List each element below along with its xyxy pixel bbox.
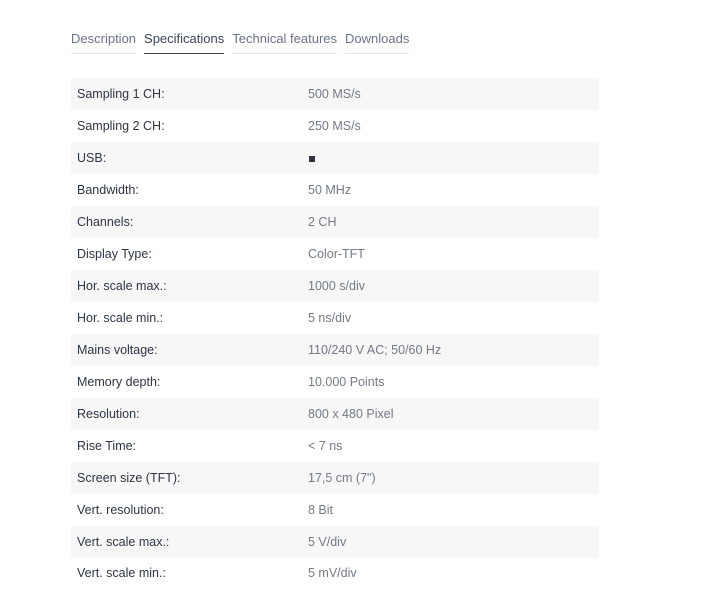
- tab-technical-features[interactable]: Technical features: [232, 29, 338, 54]
- spec-label: Rise Time:: [77, 439, 137, 453]
- spec-label: Sampling 1 CH:: [77, 87, 165, 101]
- spec-label: Display Type:: [77, 247, 152, 261]
- spec-label: Channels:: [77, 215, 134, 229]
- spec-value: 10.000 Points: [308, 375, 385, 389]
- tab-specifications[interactable]: Specifications: [144, 29, 225, 54]
- spec-value: 17,5 cm (7"): [308, 471, 376, 485]
- spec-value: 50 MHz: [308, 183, 352, 197]
- spec-value: 5 ns/div: [308, 311, 352, 325]
- product-tabs: Description Specifications Technical fea…: [71, 29, 410, 54]
- spec-value: 500 MS/s: [308, 87, 361, 101]
- spec-value: 2 CH: [308, 215, 337, 229]
- spec-row: Channels: 2 CH: [71, 206, 599, 238]
- spec-label: USB:: [77, 151, 107, 165]
- spec-row: USB:: [71, 142, 599, 174]
- spec-value: 250 MS/s: [308, 119, 361, 133]
- spec-label: Sampling 2 CH:: [77, 119, 165, 133]
- spec-row: Memory depth: 10.000 Points: [71, 366, 599, 398]
- spec-value: < 7 ns: [308, 439, 343, 453]
- spec-row: Mains voltage: 110/240 V AC; 50/60 Hz: [71, 334, 599, 366]
- spec-value: Color-TFT: [308, 247, 365, 261]
- spec-row: Sampling 1 CH: 500 MS/s: [71, 78, 599, 110]
- spec-label: Mains voltage:: [77, 343, 158, 357]
- spec-value: 5 V/div: [308, 535, 347, 549]
- specifications-table: Sampling 1 CH: 500 MS/s Sampling 2 CH: 2…: [71, 78, 599, 588]
- spec-row: Vert. scale min.: 5 mV/div: [71, 558, 599, 588]
- spec-label: Bandwidth:: [77, 183, 139, 197]
- spec-row: Display Type: Color-TFT: [71, 238, 599, 270]
- spec-label: Vert. scale min.:: [77, 566, 166, 580]
- spec-label: Hor. scale max.:: [77, 279, 167, 293]
- tab-description[interactable]: Description: [71, 29, 137, 54]
- tab-downloads[interactable]: Downloads: [345, 29, 410, 54]
- spec-value: 8 Bit: [308, 503, 334, 517]
- spec-row: Vert. resolution: 8 Bit: [71, 494, 599, 526]
- spec-value: 800 x 480 Pixel: [308, 407, 394, 421]
- spec-row: Bandwidth: 50 MHz: [71, 174, 599, 206]
- spec-row: Screen size (TFT): 17,5 cm (7"): [71, 462, 599, 494]
- filled-square-icon: [309, 155, 315, 162]
- spec-value: 5 mV/div: [308, 566, 357, 580]
- spec-value: 110/240 V AC; 50/60 Hz: [308, 343, 442, 357]
- spec-label: Vert. scale max.:: [77, 535, 170, 549]
- spec-row: Rise Time: < 7 ns: [71, 430, 599, 462]
- spec-row: Hor. scale min.: 5 ns/div: [71, 302, 599, 334]
- spec-label: Hor. scale min.:: [77, 311, 164, 325]
- spec-row: Vert. scale max.: 5 V/div: [71, 526, 599, 558]
- spec-row: Resolution: 800 x 480 Pixel: [71, 398, 599, 430]
- spec-label: Screen size (TFT):: [77, 471, 181, 485]
- spec-label: Vert. resolution:: [77, 503, 164, 517]
- spec-label: Resolution:: [77, 407, 140, 421]
- spec-row: Hor. scale max.: 1000 s/div: [71, 270, 599, 302]
- spec-label: Memory depth:: [77, 375, 161, 389]
- spec-row: Sampling 2 CH: 250 MS/s: [71, 110, 599, 142]
- spec-value: 1000 s/div: [308, 279, 365, 293]
- spec-value: [308, 151, 315, 165]
